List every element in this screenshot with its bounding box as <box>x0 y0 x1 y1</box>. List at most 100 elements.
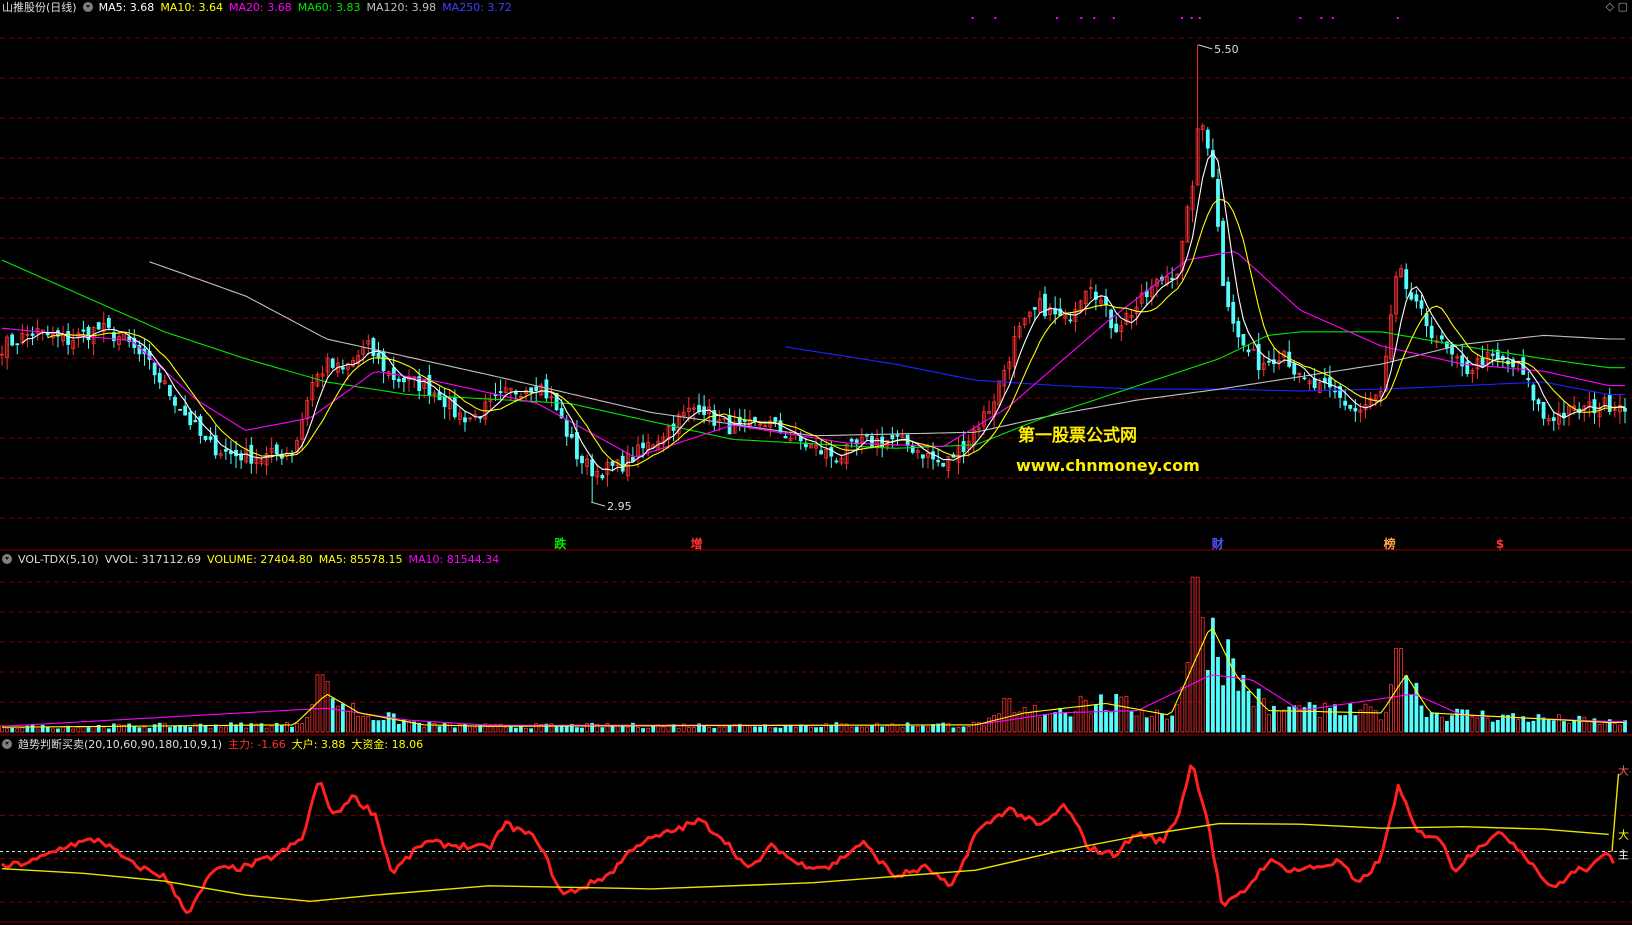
volume-bar <box>1170 715 1175 733</box>
volume-bar <box>900 727 905 733</box>
volume-bar <box>1058 707 1063 733</box>
volume-bar <box>859 726 864 733</box>
volume-bar <box>1246 690 1251 733</box>
volume-bar <box>748 726 752 733</box>
candle-body <box>895 434 900 437</box>
volume-bar <box>1073 711 1078 733</box>
trend-indicator-chart[interactable]: 大大主 <box>0 764 1632 923</box>
volume-bar <box>1577 715 1582 733</box>
candle-body <box>941 462 946 467</box>
volume-bar <box>1516 719 1521 733</box>
signal-dot <box>1180 17 1183 19</box>
volume-bar <box>1312 704 1317 733</box>
volume-bar <box>915 726 920 733</box>
volume-bar <box>386 712 391 733</box>
volume-bar <box>178 724 182 733</box>
candle-body <box>1409 292 1414 300</box>
event-marker[interactable]: 跌 <box>554 536 567 551</box>
volume-bar <box>920 725 925 733</box>
vol-indicator-2: MA5: 85578.15 <box>318 553 403 566</box>
volume-bar <box>758 726 762 733</box>
main-price-chart[interactable]: 5.50 2.95 跌 增 财 榜 $ <box>0 17 1632 551</box>
candle-body <box>249 444 254 464</box>
stock-title: 山推股份(日线) <box>2 1 77 14</box>
volume-bar <box>809 726 813 733</box>
volume-bar <box>35 728 40 733</box>
volume-bar <box>371 720 376 733</box>
volume-chart[interactable] <box>0 576 1632 736</box>
volume-bar <box>366 715 371 733</box>
volume-bar <box>5 728 9 733</box>
volume-bar <box>1511 713 1515 733</box>
volume-bar <box>1536 714 1541 733</box>
dropdown-icon[interactable] <box>82 2 93 12</box>
volume-bar <box>1022 706 1027 733</box>
candle-body <box>829 447 834 457</box>
volume-bar <box>1221 685 1225 733</box>
volume-bar <box>1088 713 1093 733</box>
volume-bar <box>1439 716 1444 733</box>
event-marker[interactable]: 增 <box>691 536 703 551</box>
volume-bar <box>1307 702 1312 733</box>
indicator-end-label: 主 <box>1618 849 1629 862</box>
watermark-line1: 第一股票公式网 <box>1018 426 1137 446</box>
volume-bar <box>1562 721 1566 733</box>
volume-bar <box>452 727 457 733</box>
volume-bar <box>56 728 60 733</box>
candle-body <box>564 419 569 437</box>
volume-bar <box>1526 721 1531 733</box>
volume-bar <box>519 726 523 733</box>
vol-indicator-0: VVOL: 317112.69 <box>104 553 202 566</box>
candle-body <box>1490 353 1495 356</box>
volume-bar <box>1160 713 1164 733</box>
volume-bar <box>101 727 106 733</box>
dropdown-icon[interactable] <box>2 739 12 749</box>
volume-bar <box>356 715 361 733</box>
volume-bar <box>865 726 869 733</box>
candle-body <box>1068 319 1073 322</box>
candle-body <box>10 334 15 346</box>
volume-bar <box>722 726 727 733</box>
candle-body <box>106 318 111 328</box>
volume-bar <box>391 713 396 733</box>
candle-body <box>641 442 645 449</box>
event-marker[interactable]: $ <box>1496 537 1504 551</box>
volume-bar <box>1399 648 1404 733</box>
candle-body <box>727 414 732 435</box>
volume-bar <box>1043 714 1047 733</box>
signal-dot <box>1112 17 1115 19</box>
candle-body <box>753 417 757 422</box>
volume-bar <box>686 727 691 733</box>
dropdown-icon[interactable] <box>2 554 12 564</box>
candle-body <box>1251 348 1256 351</box>
volume-bar <box>346 710 350 733</box>
candle-body <box>783 436 788 439</box>
volume-bar <box>961 726 966 733</box>
candle-body <box>1216 179 1220 227</box>
window-controls[interactable]: ◇ ▢ <box>1606 0 1628 13</box>
candle-body <box>1526 377 1531 381</box>
volume-bar <box>1104 710 1108 733</box>
volume-bar <box>269 725 274 733</box>
volume-bar <box>1567 723 1571 733</box>
volume-bar <box>554 726 559 733</box>
candle-body <box>1531 384 1536 401</box>
indicator-header: 趋势判断买卖(20,10,60,90,180,10,9,1) 主力: -1.66 大… <box>2 737 435 753</box>
volume-bar <box>361 715 366 733</box>
volume-bar <box>529 728 534 733</box>
main-header: 山推股份(日线) MA5: 3.68 MA10: 3.64 MA20: 3.68 MA6… <box>2 0 524 16</box>
candle-body <box>193 419 198 423</box>
volume-bar <box>188 726 193 733</box>
volume-bar <box>793 726 798 733</box>
main-indicator-2: MA20: 3.68 <box>229 1 292 14</box>
event-marker[interactable]: 财 <box>1211 536 1224 551</box>
event-marker[interactable]: 榜 <box>1384 536 1396 551</box>
volume-bar <box>86 727 91 733</box>
signal-dot <box>1190 17 1193 19</box>
candle-body <box>178 408 182 411</box>
chart-canvas[interactable]: 5.502.95跌增财榜 $ 大大主 <box>0 0 1632 925</box>
indicator-title: 趋势判断买卖(20,10,60,90,180,10,9,1) <box>18 738 223 751</box>
volume-bar <box>1470 716 1475 733</box>
volume-bar <box>1343 715 1348 733</box>
volume-bar <box>1338 715 1342 733</box>
